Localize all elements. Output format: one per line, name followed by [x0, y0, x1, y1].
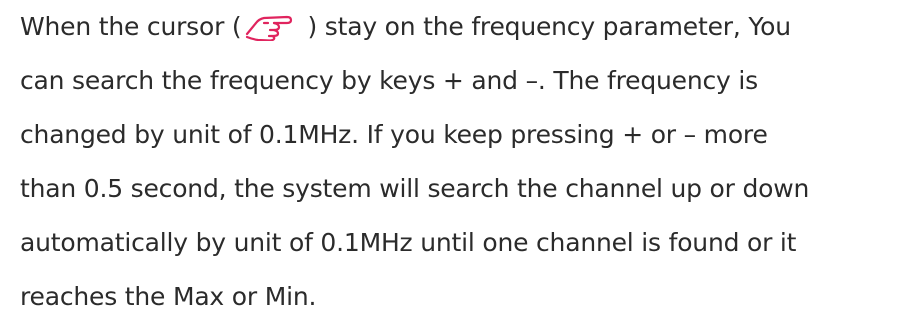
paragraph-line-5: automatically by unit of 0.1MHz until on…	[20, 228, 797, 257]
paragraph-line-3: changed by unit of 0.1MHz. If you keep p…	[20, 120, 768, 149]
line-1-text-before-icon: When the cursor (	[20, 12, 242, 41]
line-1-text-after-icon: ) stay on the frequency parameter, You	[307, 12, 791, 41]
pointing-hand-icon	[243, 11, 305, 41]
manual-page: When the cursor ( ) stay on the frequenc…	[0, 0, 911, 315]
paragraph-line-6: reaches the Max or Min.	[20, 282, 317, 311]
paragraph-line-4: than 0.5 second, the system will search …	[20, 174, 810, 203]
paragraph-line-2: can search the frequency by keys + and –…	[20, 66, 758, 95]
paragraph-line-1: When the cursor ( ) stay on the frequenc…	[20, 11, 791, 42]
